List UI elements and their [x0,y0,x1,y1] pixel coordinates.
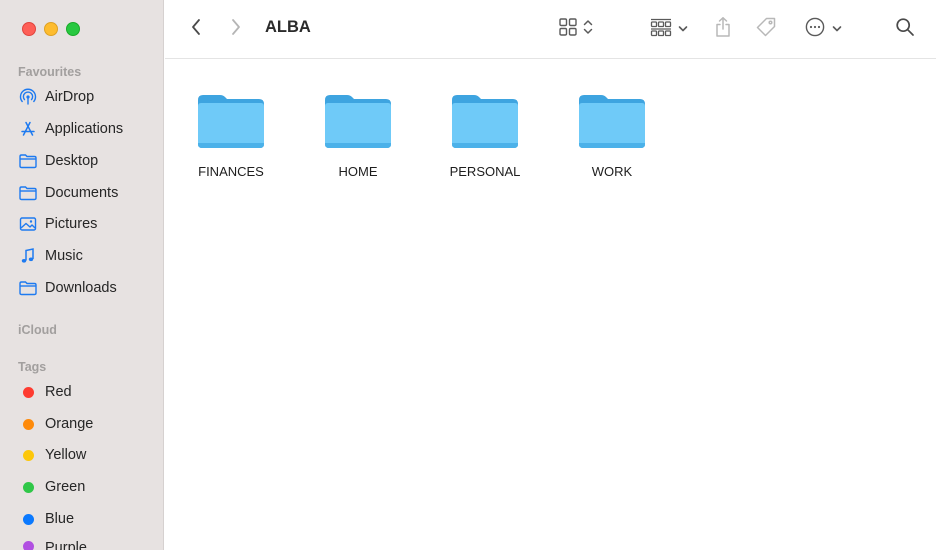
sidebar-item-label: Pictures [45,216,98,232]
sidebar-item-label: Downloads [45,280,117,296]
sidebar-item-label: Music [45,248,83,264]
sidebar-item-pictures[interactable]: Pictures [18,212,158,236]
folder-icon [18,183,38,203]
forward-button[interactable] [225,14,247,44]
sidebar-item-applications[interactable]: Applications [18,117,158,141]
tag-label: Purple [45,540,87,550]
group-icon [650,17,672,42]
minimize-button[interactable] [44,22,58,36]
share-button[interactable] [711,14,735,44]
chevron-right-icon [230,18,242,41]
folder-item[interactable]: HOME [303,90,413,179]
folder-label: PERSONAL [449,164,521,179]
folder-item[interactable]: FINANCES [176,90,286,179]
file-grid: FINANCES HOME PERSONAL WORK [165,60,936,550]
folder-icon [18,278,38,298]
tag-item-blue[interactable]: Blue [18,507,158,531]
music-icon [18,246,38,266]
folder-item[interactable]: WORK [557,90,667,179]
tag-color-dot [23,481,34,493]
sidebar-item-music[interactable]: Music [18,244,158,268]
applications-icon [18,119,38,139]
tag-button[interactable] [753,14,779,44]
tag-item-orange[interactable]: Orange [18,412,158,436]
tag-label: Orange [45,416,94,432]
folder-item[interactable]: PERSONAL [430,90,540,179]
folder-icon [18,151,38,171]
sidebar-item-airdrop[interactable]: AirDrop [18,85,158,109]
sidebar-item-label: Desktop [45,153,99,169]
folder-label: HOME [338,164,378,179]
folder-label: FINANCES [198,164,264,179]
search-button[interactable] [893,14,917,44]
folder-icon [430,90,540,150]
tag-label: Green [45,479,86,495]
tag-item-purple[interactable]: Purple [18,536,158,550]
tag-label: Red [45,384,72,400]
section-tags: Tags [18,360,47,374]
tag-color-dot [23,513,34,525]
folder-icon [557,90,667,150]
sidebar-item-label: Documents [45,185,119,201]
toolbar: ALBA [165,0,936,59]
chevron-down-icon [678,20,688,38]
tag-color-dot [23,418,34,430]
folder-label: WORK [591,164,633,179]
tag-label: Yellow [45,447,87,463]
section-favourites: Favourites [18,65,82,79]
tag-color-dot [23,386,34,398]
section-icloud[interactable]: iCloud [18,323,57,337]
chevron-updown-icon [583,18,593,41]
close-button[interactable] [22,22,36,36]
share-icon [714,16,732,43]
more-actions-button[interactable] [801,14,845,44]
ellipsis-circle-icon [804,16,826,43]
tag-item-yellow[interactable]: Yellow [18,443,158,467]
group-button[interactable] [647,14,691,44]
sidebar-item-label: Applications [45,121,124,137]
grid-view-icon [558,17,578,42]
tag-label: Blue [45,511,75,527]
tag-color-dot [23,541,34,550]
tag-color-dot [23,449,34,461]
sidebar-item-desktop[interactable]: Desktop [18,149,158,173]
tag-icon [755,16,777,43]
sidebar-item-documents[interactable]: Documents [18,181,158,205]
tag-item-red[interactable]: Red [18,380,158,404]
view-mode-button[interactable] [553,14,597,44]
folder-icon [303,90,413,150]
sidebar-item-downloads[interactable]: Downloads [18,276,158,300]
zoom-button[interactable] [66,22,80,36]
airdrop-icon [18,87,38,107]
folder-icon [176,90,286,150]
chevron-down-icon [832,20,842,38]
search-icon [895,17,915,42]
sidebar: Favourites AirDrop Applications Desktop … [0,0,164,550]
pictures-icon [18,214,38,234]
finder-window: Favourites AirDrop Applications Desktop … [0,0,936,550]
window-title: ALBA [265,18,311,36]
sidebar-item-label: AirDrop [45,89,95,105]
chevron-left-icon [190,18,202,41]
window-controls [22,22,80,36]
tag-item-green[interactable]: Green [18,475,158,499]
back-button[interactable] [185,14,207,44]
